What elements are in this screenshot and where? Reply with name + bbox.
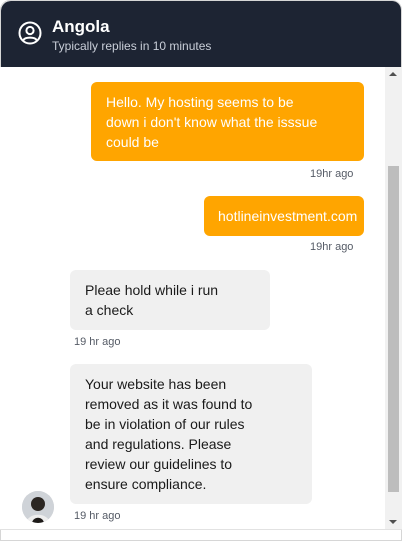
agent-name: Angola bbox=[52, 17, 110, 36]
message-line: Your website has been bbox=[85, 376, 227, 392]
message-time: 19 hr ago bbox=[74, 336, 121, 348]
divider bbox=[0, 529, 402, 530]
message-line: hotlineinvestment.com bbox=[218, 208, 358, 224]
agent-avatar bbox=[22, 491, 54, 523]
message-line: down i don't know what the isssue bbox=[106, 114, 318, 130]
agent-status: Typically replies in 10 minutes bbox=[52, 39, 212, 53]
scroll-up-arrow-icon[interactable] bbox=[389, 72, 397, 76]
message-time: 19hr ago bbox=[310, 241, 354, 253]
message-line: review our guidelines to bbox=[85, 456, 233, 472]
message-list[interactable]: Hello. My hosting seems to be down i don… bbox=[0, 67, 385, 529]
message-bubble-outgoing: hotlineinvestment.com bbox=[204, 196, 364, 236]
message-line: Pleae hold while i run bbox=[85, 282, 219, 298]
message-time: 19hr ago bbox=[310, 168, 354, 180]
message-line: ensure compliance. bbox=[85, 476, 207, 492]
message-bubble-incoming: Pleae hold while i run a check bbox=[70, 270, 270, 330]
message-line: a check bbox=[85, 302, 134, 318]
message-line: be in violation of our rules bbox=[85, 416, 245, 432]
message-line: and regulations. Please bbox=[85, 436, 232, 452]
scrollbar-thumb[interactable] bbox=[388, 166, 399, 492]
message-line: could be bbox=[106, 134, 159, 150]
message-line: Hello. My hosting seems to be bbox=[106, 94, 294, 110]
agent-avatar-image bbox=[22, 491, 54, 523]
message-bubble-outgoing: Hello. My hosting seems to be down i don… bbox=[91, 82, 364, 161]
message-line: removed as it was found to bbox=[85, 396, 253, 412]
message-bubble-incoming: Your website has been removed as it was … bbox=[70, 364, 312, 504]
user-circle-icon bbox=[18, 21, 42, 45]
scroll-down-arrow-icon[interactable] bbox=[389, 520, 397, 524]
message-time: 19 hr ago bbox=[74, 510, 121, 522]
chat-header: Angola Typically replies in 10 minutes bbox=[1, 1, 401, 68]
